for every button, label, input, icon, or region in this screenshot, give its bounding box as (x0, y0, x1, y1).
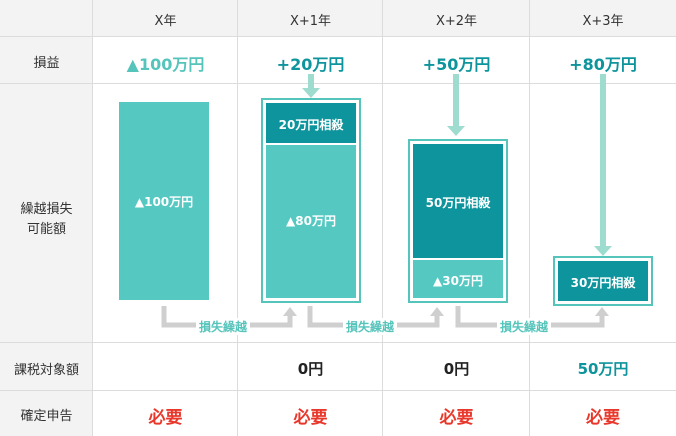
offset-bar-x3-label: 30万円相殺 (570, 276, 636, 290)
carry-label-1: 損失繰越 (196, 318, 251, 335)
offset-bar-x3: 30万円相殺 (558, 261, 648, 301)
arrow-head-icon (283, 307, 297, 316)
down-arrow-icon (594, 74, 612, 256)
remaining-bar-x2-label: ▲30万円 (433, 274, 483, 288)
offset-bar-x2: 50万円相殺 (413, 144, 503, 258)
carry-label-3: 損失繰越 (497, 318, 552, 335)
tax-return-x3: 必要 (586, 408, 620, 428)
loss-bar-x: ▲100万円 (119, 102, 209, 300)
taxable-x1: 0円 (297, 360, 324, 378)
remaining-bar-x1: ▲80万円 (266, 145, 356, 298)
taxable-x2: 0円 (443, 360, 470, 378)
offset-bar-x1: 20万円相殺 (266, 103, 356, 143)
tax-return-x: 必要 (148, 408, 183, 428)
tax-return-x2: 必要 (439, 408, 474, 428)
offset-bar-x1-label: 20万円相殺 (278, 118, 344, 132)
remaining-bar-x1-label: ▲80万円 (286, 214, 336, 228)
arrow-head-icon (430, 307, 444, 316)
tax-return-x1: 必要 (293, 408, 328, 428)
down-arrow-icon (447, 74, 465, 136)
down-arrow-icon (302, 74, 320, 98)
arrow-head-icon (595, 307, 609, 316)
loss-bar-x-label: ▲100万円 (134, 195, 194, 209)
offset-bar-x2-label: 50万円相殺 (425, 196, 491, 210)
taxable-x3: 50万円 (577, 360, 629, 378)
carry-label-2: 損失繰越 (343, 318, 398, 335)
remaining-bar-x2: ▲30万円 (413, 260, 503, 298)
